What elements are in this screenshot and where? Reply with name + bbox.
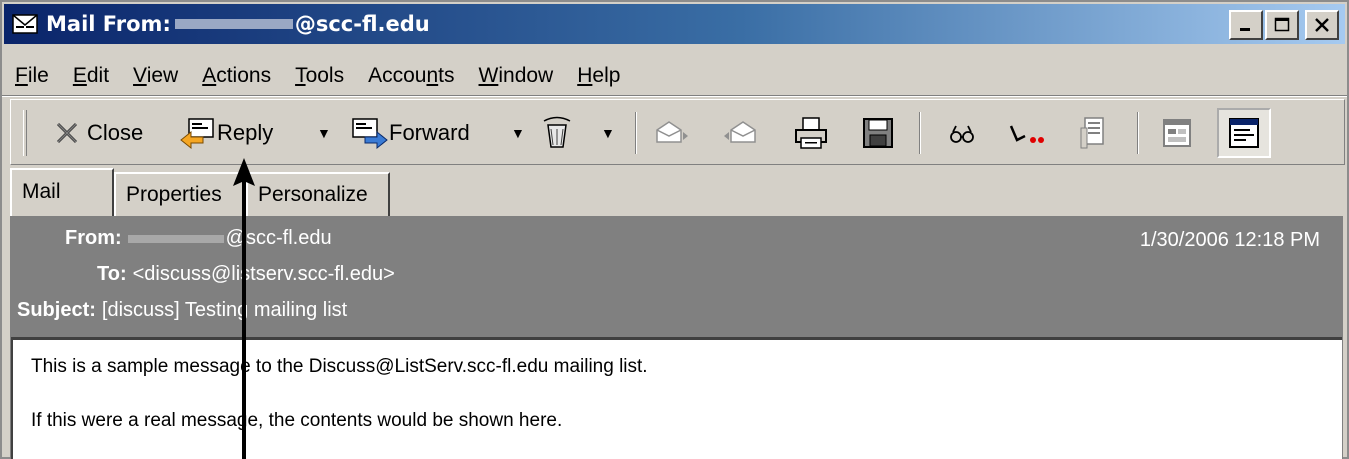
to-label: To: [97, 263, 127, 285]
message-date: 1/30/2006 12:18 PM [1139, 229, 1320, 251]
subject-row: Subject: [discuss] Testing mailing list [17, 299, 347, 322]
delete-dropdown[interactable]: ▼ [601, 100, 615, 166]
flag-icon [1009, 125, 1044, 143]
print-button[interactable] [793, 100, 829, 166]
minimize-icon [1240, 28, 1250, 31]
x-icon [56, 122, 78, 144]
window-title: Mail From: @scc-fl.edu [46, 12, 430, 36]
title-suffix: @scc-fl.edu [294, 12, 430, 36]
subject-label: Subject: [17, 299, 96, 321]
to-value[interactable]: <discuss@listserv.scc-fl.edu> [133, 263, 395, 286]
reply-dropdown[interactable]: ▼ [317, 100, 331, 166]
message-body[interactable]: This is a sample message to the Discuss@… [11, 338, 1342, 459]
toolbar-separator [1137, 112, 1139, 154]
body-line: This is a sample message to the Discuss@… [31, 356, 648, 377]
from-label: From: [65, 227, 122, 249]
trash-icon [543, 116, 571, 148]
next-message-icon [724, 121, 756, 143]
find-button[interactable] [947, 100, 977, 166]
redacted-sender [174, 19, 293, 29]
chevron-down-icon: ▼ [317, 125, 331, 141]
menu-window[interactable]: Window [468, 64, 567, 88]
reading-pane-button[interactable] [1217, 108, 1271, 158]
previous-message-icon [656, 121, 688, 143]
close-icon [1315, 18, 1329, 32]
minimize-button[interactable] [1229, 10, 1263, 40]
close-button[interactable]: Close [51, 100, 143, 166]
tab-mail[interactable]: Mail [10, 168, 114, 216]
previous-message-button[interactable] [653, 100, 689, 166]
from-value[interactable]: @scc-fl.edu [127, 227, 332, 250]
toolbar-separator [919, 112, 921, 154]
subject-value: [discuss] Testing mailing list [101, 299, 348, 321]
toolbar-grip[interactable] [23, 110, 27, 156]
properties-icon [1080, 117, 1104, 149]
redacted-sender [127, 234, 224, 243]
menu-file[interactable]: File [4, 64, 62, 88]
tab-properties[interactable]: Properties [114, 172, 246, 216]
flag-button[interactable] [1007, 100, 1047, 166]
save-button[interactable] [861, 100, 895, 166]
delete-button[interactable] [539, 100, 575, 166]
menu-accounts[interactable]: Accounts [357, 64, 467, 88]
body-line: If this were a real message, the content… [31, 410, 563, 431]
view-pane-button[interactable] [1161, 100, 1193, 166]
maximize-icon [1274, 17, 1290, 32]
menu-divider [2, 95, 1347, 97]
menu-bar: File Edit View Actions Tools Accounts Wi… [4, 58, 633, 94]
title-bar[interactable]: Mail From: @scc-fl.edu [4, 4, 1345, 44]
next-message-button[interactable] [723, 100, 759, 166]
close-window-button[interactable] [1305, 10, 1339, 40]
reply-icon [180, 118, 214, 150]
tab-personalize[interactable]: Personalize [246, 172, 390, 216]
mail-envelope-icon [12, 12, 38, 36]
mail-window: Mail From: @scc-fl.edu File Edit View Ac… [0, 0, 1349, 459]
maximize-button[interactable] [1265, 10, 1299, 40]
printer-icon [795, 117, 827, 149]
message-pane: From: @scc-fl.edu 1/30/2006 12:18 PM To:… [10, 216, 1343, 459]
forward-icon [352, 118, 388, 150]
annotation-arrow [233, 158, 255, 459]
binoculars-icon [950, 125, 974, 143]
floppy-disk-icon [863, 118, 893, 148]
menu-tools[interactable]: Tools [284, 64, 357, 88]
forward-label: Forward [389, 120, 470, 145]
view-pane-icon [1163, 119, 1191, 147]
forward-button[interactable]: Forward [351, 100, 470, 166]
reply-button[interactable]: Reply [179, 100, 273, 166]
toolbar: Close Reply ▼ Forward ▼ ▼ [10, 99, 1345, 165]
menu-help[interactable]: Help [566, 64, 633, 88]
reading-pane-icon [1229, 118, 1259, 148]
from-row: From: @scc-fl.edu [65, 227, 332, 250]
menu-edit[interactable]: Edit [62, 64, 122, 88]
chevron-down-icon: ▼ [601, 125, 615, 141]
menu-actions[interactable]: Actions [191, 64, 284, 88]
forward-dropdown[interactable]: ▼ [511, 100, 525, 166]
toolbar-separator [635, 112, 637, 154]
chevron-down-icon: ▼ [511, 125, 525, 141]
menu-view[interactable]: View [122, 64, 191, 88]
reply-label: Reply [217, 120, 274, 145]
title-prefix: Mail From: [46, 12, 171, 36]
message-header: From: @scc-fl.edu 1/30/2006 12:18 PM To:… [11, 217, 1342, 338]
close-label: Close [87, 120, 144, 145]
properties-button[interactable] [1077, 100, 1107, 166]
